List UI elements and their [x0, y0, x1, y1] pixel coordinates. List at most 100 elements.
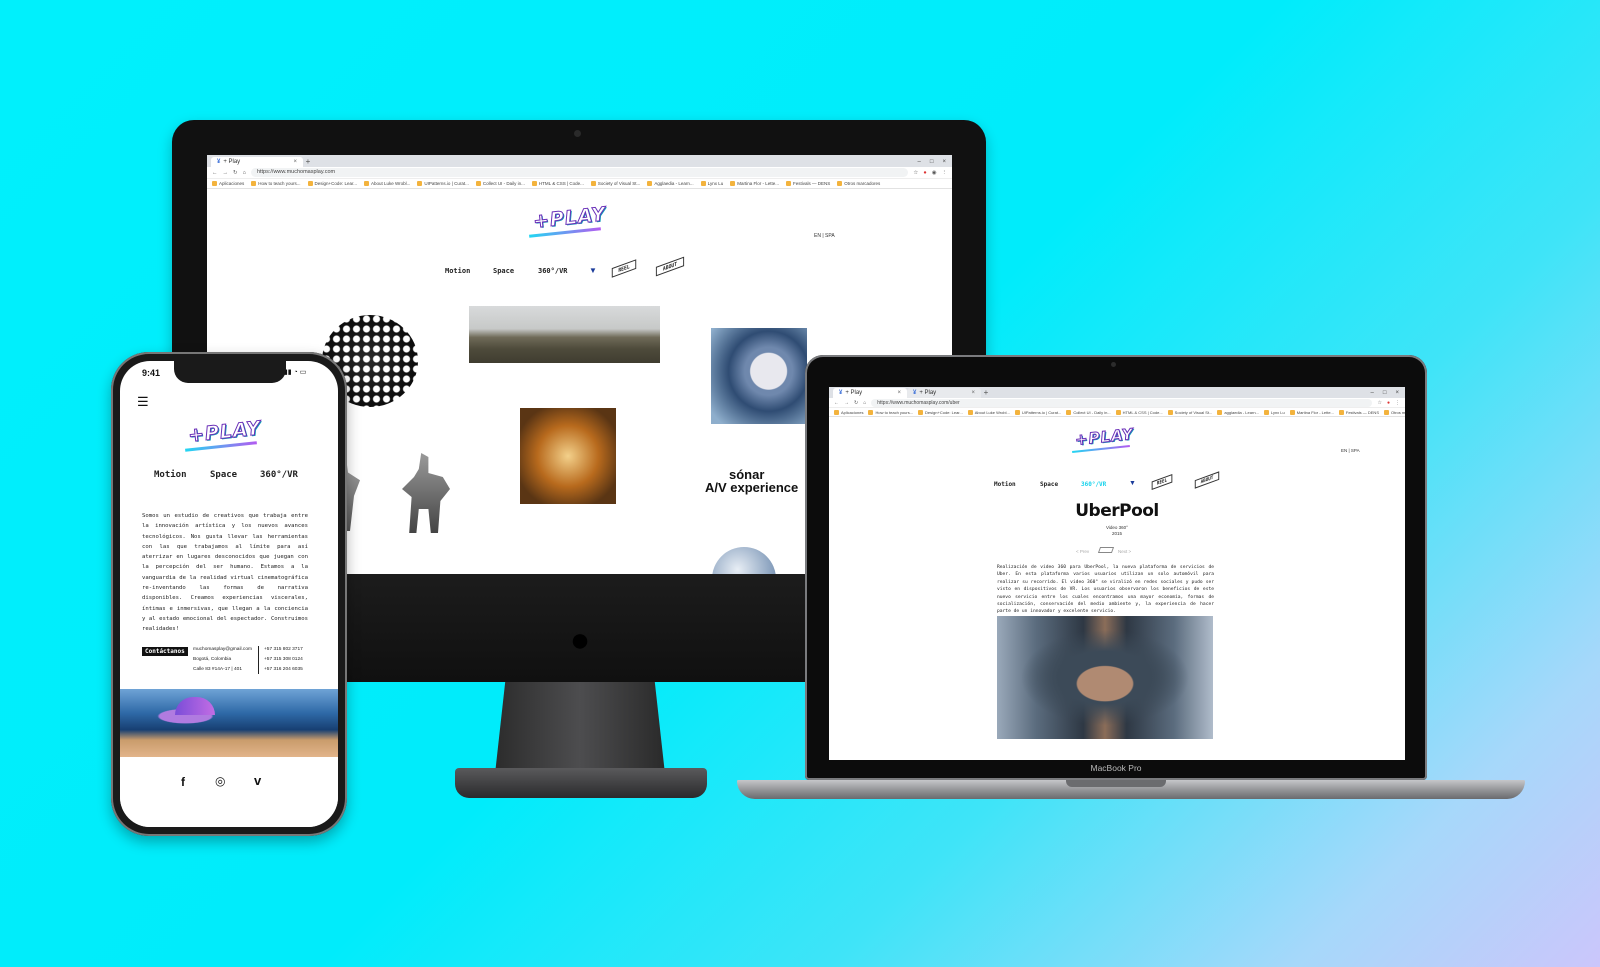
- star-icon[interactable]: ☆: [913, 170, 918, 176]
- hamburger-menu-icon[interactable]: ☰: [137, 394, 149, 410]
- minimize-icon[interactable]: –: [918, 157, 921, 167]
- close-window-icon[interactable]: ×: [1395, 388, 1399, 398]
- bookmark-item[interactable]: Aplicaciones: [834, 409, 863, 415]
- nav-motion[interactable]: Motion: [994, 481, 1016, 488]
- vr-headset-icon[interactable]: ▼: [1129, 480, 1136, 487]
- bookmark-label: Design+Code: Lear...: [925, 409, 963, 415]
- bookmark-item[interactable]: Society of Visual St...: [590, 181, 640, 186]
- bookmark-item[interactable]: Aplicaciones: [212, 181, 244, 186]
- bookmark-label: HTML & CSS | Code...: [538, 181, 584, 186]
- bookmark-item[interactable]: Collect UI - Daily in...: [475, 181, 525, 186]
- address-bar[interactable]: https://www.muchomasplay.com: [250, 168, 909, 177]
- bookmark-item[interactable]: Otros marcadores: [1384, 409, 1405, 415]
- browser-tab[interactable]: ¥ + Play ×: [907, 388, 981, 398]
- bookmark-item[interactable]: Design+Code: Lear...: [918, 409, 963, 415]
- about-button[interactable]: ABOUT: [1194, 471, 1220, 489]
- gallery-mountains[interactable]: [469, 306, 660, 363]
- imac-camera: [574, 130, 581, 137]
- prev-link[interactable]: < Prev: [1076, 549, 1089, 554]
- gallery-statue-horse[interactable]: [402, 453, 450, 533]
- nav-360-vr[interactable]: 360°/VR: [260, 470, 298, 480]
- language-switch[interactable]: EN | SPA: [814, 233, 835, 239]
- menu-icon[interactable]: ⋮: [942, 170, 948, 176]
- bookmark-item[interactable]: agglaedia - Learn...: [1217, 409, 1259, 415]
- forward-icon[interactable]: →: [223, 170, 229, 176]
- gallery-interior[interactable]: [520, 408, 616, 504]
- contact-phone[interactable]: +57 315 308 0124: [264, 657, 303, 662]
- nav-space[interactable]: Space: [210, 470, 237, 480]
- address-bar[interactable]: https://www.muchomasplay.com/uber: [871, 398, 1373, 407]
- instagram-icon[interactable]: ◎: [215, 774, 225, 788]
- bookmark-icon: [1384, 409, 1389, 415]
- bookmark-item[interactable]: Otros marcadores: [837, 181, 880, 186]
- nav-space[interactable]: Space: [493, 267, 514, 275]
- new-tab-button[interactable]: +: [303, 157, 313, 167]
- next-link[interactable]: Next >: [1118, 549, 1131, 554]
- reel-button[interactable]: REEL: [611, 259, 637, 278]
- bookmark-item[interactable]: Lynx Lu: [700, 181, 723, 186]
- extension-icon[interactable]: ●: [923, 170, 926, 176]
- maximize-icon[interactable]: □: [930, 157, 934, 167]
- reload-icon[interactable]: ↻: [854, 400, 858, 406]
- contact-phone[interactable]: +57 316 204 6035: [264, 667, 303, 672]
- home-icon[interactable]: ⌂: [243, 170, 246, 176]
- bookmark-item[interactable]: How to teach yours...: [868, 409, 913, 415]
- macbook-screen: ¥ + Play × ¥ + Play × + – □ × ← → ↻ ⌂ ht…: [829, 387, 1405, 760]
- bookmark-item[interactable]: Collect UI - Daily in...: [1066, 409, 1111, 415]
- language-switch[interactable]: EN | SPA: [1341, 448, 1360, 453]
- reel-button[interactable]: REEL: [1151, 473, 1173, 491]
- nav-motion[interactable]: Motion: [445, 267, 470, 275]
- bookmark-item[interactable]: Martina Flor - Lette...: [730, 181, 779, 186]
- bookmark-item[interactable]: Agglaedia - Learn...: [647, 181, 694, 186]
- vimeo-icon[interactable]: v: [254, 773, 261, 788]
- menu-icon[interactable]: ⋮: [1395, 400, 1400, 406]
- facebook-icon[interactable]: f: [181, 775, 185, 789]
- bookmark-icon: [1167, 409, 1173, 415]
- contact-phone[interactable]: +57 315 802 3717: [264, 647, 303, 652]
- sonar-logo[interactable]: sónar A/V experience: [705, 468, 798, 494]
- nav-360-vr[interactable]: 360°/VR: [538, 267, 568, 275]
- extension-icon[interactable]: ●: [1387, 400, 1390, 406]
- tab-close-icon[interactable]: ×: [897, 390, 901, 396]
- bookmark-item[interactable]: UIPatterns.io | Curat...: [1014, 409, 1061, 415]
- project-360-image[interactable]: [997, 616, 1213, 739]
- reload-icon[interactable]: ↻: [233, 170, 238, 176]
- bookmark-item[interactable]: Society of Visual St...: [1167, 409, 1212, 415]
- bookmark-label: About Luke Wrobl...: [974, 409, 1010, 415]
- vr-headset-icon[interactable]: ▼: [589, 266, 597, 275]
- bookmark-item[interactable]: Design+Code: Lear...: [307, 181, 357, 186]
- browser-tab[interactable]: ¥ + Play ×: [211, 157, 303, 167]
- back-icon[interactable]: ←: [834, 400, 839, 406]
- tab-close-icon[interactable]: ×: [293, 159, 297, 165]
- home-icon[interactable]: ⌂: [863, 400, 866, 406]
- nav-motion[interactable]: Motion: [154, 470, 187, 480]
- bookmark-item[interactable]: About Luke Wrobl...: [967, 409, 1010, 415]
- bookmark-item[interactable]: HTML & CSS | Code...: [531, 181, 584, 186]
- bookmark-item[interactable]: Martina Flor - Lette...: [1289, 409, 1334, 415]
- bookmark-item[interactable]: Festivals — DENS: [785, 181, 830, 186]
- gallery-globe[interactable]: [712, 547, 776, 574]
- gallery-portrait[interactable]: [711, 328, 807, 424]
- contact-email[interactable]: muchomasplay@gmail.com: [193, 647, 252, 652]
- bookmark-item[interactable]: HTML & CSS | Code...: [1115, 409, 1163, 415]
- close-window-icon[interactable]: ×: [942, 157, 946, 167]
- bookmark-item[interactable]: How to teach yours...: [251, 181, 301, 186]
- new-tab-button[interactable]: +: [981, 388, 991, 398]
- bookmark-item[interactable]: About Luke Wrobl...: [363, 181, 410, 186]
- bookmark-label: Lynx Lu: [1270, 409, 1285, 415]
- forward-icon[interactable]: →: [844, 400, 849, 406]
- nav-360-vr[interactable]: 360°/VR: [1081, 481, 1106, 488]
- nav-space[interactable]: Space: [1040, 481, 1058, 488]
- minimize-icon[interactable]: –: [1371, 388, 1374, 398]
- browser-tab[interactable]: ¥ + Play ×: [833, 388, 907, 398]
- maximize-icon[interactable]: □: [1383, 388, 1387, 398]
- star-icon[interactable]: ☆: [1377, 400, 1381, 406]
- bookmark-item[interactable]: Festivals — DENS: [1338, 409, 1379, 415]
- profile-icon[interactable]: ◉: [932, 170, 937, 176]
- about-button[interactable]: ABOUT: [655, 256, 685, 277]
- tab-close-icon[interactable]: ×: [971, 390, 975, 396]
- bookmark-label: Agglaedia - Learn...: [654, 181, 694, 186]
- bookmark-item[interactable]: UIPatterns.io | Curat...: [417, 181, 469, 186]
- back-icon[interactable]: ←: [212, 170, 218, 176]
- bookmark-item[interactable]: Lynx Lu: [1263, 409, 1285, 415]
